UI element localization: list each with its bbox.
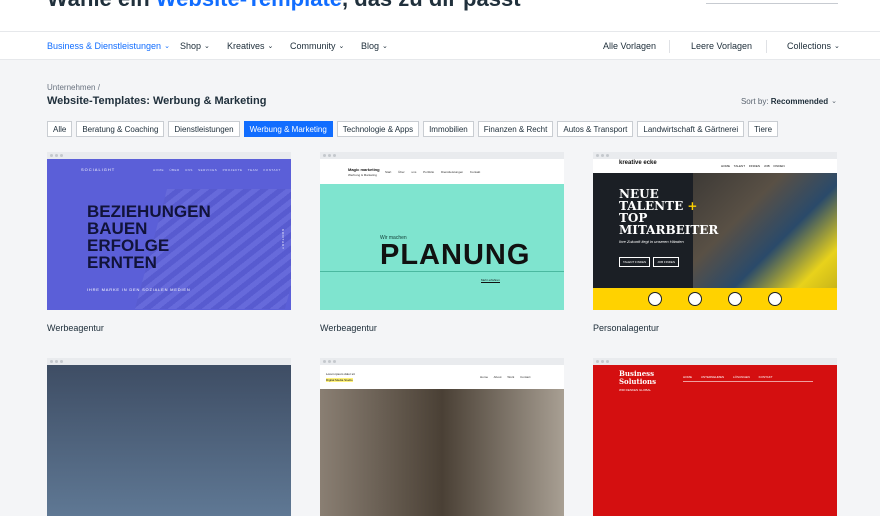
filter-landwirtschaft[interactable]: Landwirtschaft & Gärtnerei [637,121,745,137]
template-preview [47,365,291,516]
template-headline: NEUE TALENTE + TOP MITARBEITER [619,187,719,237]
nav-leere-vorlagen[interactable]: Leere Vorlagen [691,41,752,51]
icon-band [593,288,837,310]
template-brand: kreative ecke [619,160,657,166]
template-thumbnail[interactable]: kreative ecke HOME TALENT FINDEN JOB FIN… [593,152,837,310]
nav-divider [669,40,670,53]
browser-bar [593,358,837,365]
filter-dienstleistungen[interactable]: Dienstleistungen [168,121,240,137]
browser-bar [320,152,564,159]
nav-divider [766,40,767,53]
template-thumbnail[interactable] [47,358,291,516]
lightbulb-icon [728,292,742,306]
browser-bar [47,152,291,159]
template-link: Mehr erfahren [481,278,500,283]
template-brand: Magic marketing [348,167,380,172]
filter-technologie[interactable]: Technologie & Apps [336,121,420,137]
browser-bar [47,358,291,365]
template-card [47,358,291,516]
template-thumbnail[interactable]: Magic marketing Werbung & Marketing Star… [320,152,564,310]
filter-chips: Alle Beratung & Coaching Dienstleistunge… [47,121,779,137]
nav-collections[interactable]: Collections ⌄ [787,41,840,51]
document-icon [688,292,702,306]
chevron-down-icon: ⌄ [267,43,274,50]
template-card: Magic marketing Werbung & Marketing Star… [320,152,564,333]
template-card: Lorem ipsum dolor sit Digital Media Stud… [320,358,564,516]
nav-alle-vorlagen[interactable]: Alle Vorlagen [603,41,656,51]
filter-tiere[interactable]: Tiere [748,121,779,137]
nav-blog[interactable]: Blog ⌄ [361,41,388,51]
template-name[interactable]: Werbeagentur [47,323,291,333]
nav-community[interactable]: Community ⌄ [290,41,344,51]
chevron-down-icon: ⌄ [164,43,170,50]
template-headline: BEZIEHUNGEN BAUEN ERFOLGE ERNTEN [87,202,211,272]
filter-autos[interactable]: Autos & Transport [557,121,634,137]
template-menu: Start Über uns Portfolio Dienstleistunge… [385,170,481,174]
template-image [320,389,564,516]
browser-bar [593,152,837,159]
template-menu: HOME UNTERNEHMEN LÖSUNGEN KONTAKT [683,375,773,379]
category-nav: Business & Dienstleistungen ⌄ Shop ⌄ Kreat… [0,31,880,60]
template-menu: HOME TALENT FINDEN JOB FINDEN [721,164,785,168]
chevron-down-icon: ⌄ [338,43,345,50]
filter-alle[interactable]: Alle [47,121,73,137]
template-subtitle: IHRE MARKE IN DEN SOZIALEN MEDIEN [87,287,191,292]
hero-band: Wähle ein Website-Template, das zu dir p… [0,0,880,31]
template-highlight: Digital Media Studio [326,378,353,382]
nav-kreatives[interactable]: Kreatives ⌄ [227,41,273,51]
template-brand: SOCIALIGHT [81,167,116,172]
template-menu: Home About Work Contact [480,375,531,379]
template-thumbnail[interactable]: Business Solutions WIR DENKEN GLOBAL HOME… [593,358,837,516]
nav-shop[interactable]: Shop ⌄ [180,41,210,51]
filter-beratung[interactable]: Beratung & Coaching [76,121,165,137]
browser-bar [320,358,564,365]
sort-dropdown[interactable]: Sort by: Recommended ⌄ [741,97,837,106]
template-menu: HOME ÜBER UNS SERVICES PROJEKTE TEAM KON… [153,168,281,172]
template-buttons: TALENT FINDEN JOB FINDEN [619,250,682,268]
chevron-down-icon: ⌄ [204,43,210,50]
template-card: kreative ecke HOME TALENT FINDEN JOB FIN… [593,152,837,333]
template-subtitle: Ihre Zukunft liegt in unseren Händen [619,239,684,244]
chevron-down-icon: ⌄ [382,43,388,50]
template-thumbnail[interactable]: SOCIALIGHT HOME ÜBER UNS SERVICES PROJEK… [47,152,291,310]
pen-icon [648,292,662,306]
template-vertical-text: KONTAKT [281,229,285,250]
filter-immobilien[interactable]: Immobilien [423,121,474,137]
page-title: Website-Templates: Werbung & Marketing [47,95,267,107]
chevron-down-icon: ⌄ [831,98,837,105]
template-card: SOCIALIGHT HOME ÜBER UNS SERVICES PROJEK… [47,152,291,333]
template-subtitle: WIR DENKEN GLOBAL [619,388,652,392]
template-name[interactable]: Personalagentur [593,323,837,333]
nav-business[interactable]: Business & Dienstleistungen ⌄ [47,41,170,51]
search-input[interactable] [706,3,838,4]
filter-finanzen[interactable]: Finanzen & Recht [477,121,554,137]
template-brand-sub: Werbung & Marketing [348,173,377,177]
template-title: Lorem ipsum dolor sit [326,372,355,376]
filter-werbung-marketing[interactable]: Werbung & Marketing [243,121,333,137]
template-name[interactable]: Werbeagentur [320,323,564,333]
breadcrumb[interactable]: Unternehmen / [47,83,100,92]
briefcase-icon [768,292,782,306]
template-card: Business Solutions WIR DENKEN GLOBAL HOME… [593,358,837,516]
template-thumbnail[interactable]: Lorem ipsum dolor sit Digital Media Stud… [320,358,564,516]
chevron-down-icon: ⌄ [834,43,840,50]
hero-title: Wähle ein Website-Template, das zu dir p… [47,0,521,12]
template-headline: PLANUNG [380,239,531,271]
template-brand: Business Solutions [619,369,657,386]
